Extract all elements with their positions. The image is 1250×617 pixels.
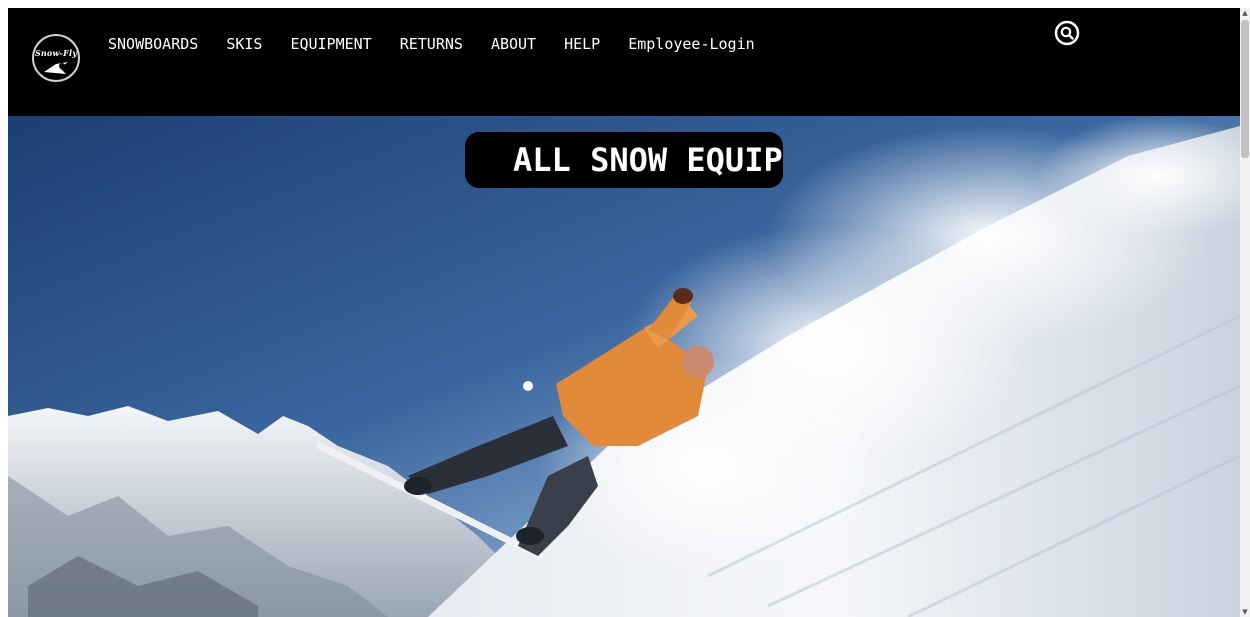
search-icon	[1054, 20, 1080, 46]
nav-link-returns[interactable]: RETURNS	[400, 34, 463, 56]
scroll-down-arrow-icon[interactable]: ▼	[1241, 607, 1249, 617]
top-cutoff-strip	[0, 0, 1250, 8]
logo-text: Snow-Fly	[34, 48, 78, 58]
nav-link-help[interactable]: HELP	[564, 34, 600, 56]
hero-image	[8, 116, 1240, 617]
vertical-scrollbar[interactable]: ▲ ▼	[1240, 8, 1250, 617]
hero-section: ALL SNOW EQUIPMENT	[8, 116, 1240, 617]
hero-banner-text: ALL SNOW EQUIPMENT	[513, 141, 783, 179]
site: Snow-Fly SNOWBOARDS SKIS EQUIPMENT RETUR…	[8, 8, 1240, 617]
search-button[interactable]	[1054, 20, 1080, 46]
navbar: Snow-Fly SNOWBOARDS SKIS EQUIPMENT RETUR…	[8, 8, 1240, 116]
site-logo[interactable]: Snow-Fly	[32, 34, 80, 82]
nav-link-skis[interactable]: SKIS	[226, 34, 262, 56]
scroll-up-arrow-icon[interactable]: ▲	[1241, 8, 1249, 18]
nav-link-equipment[interactable]: EQUIPMENT	[290, 34, 371, 56]
main-navigation: SNOWBOARDS SKIS EQUIPMENT RETURNS ABOUT …	[108, 34, 783, 56]
snowboarder-logo-icon	[44, 62, 68, 74]
scroll-thumb[interactable]	[1241, 20, 1249, 158]
nav-link-about[interactable]: ABOUT	[491, 34, 536, 56]
nav-link-employee-login[interactable]: Employee-Login	[628, 34, 754, 56]
hero-banner: ALL SNOW EQUIPMENT	[465, 132, 783, 188]
nav-link-snowboards[interactable]: SNOWBOARDS	[108, 34, 198, 56]
